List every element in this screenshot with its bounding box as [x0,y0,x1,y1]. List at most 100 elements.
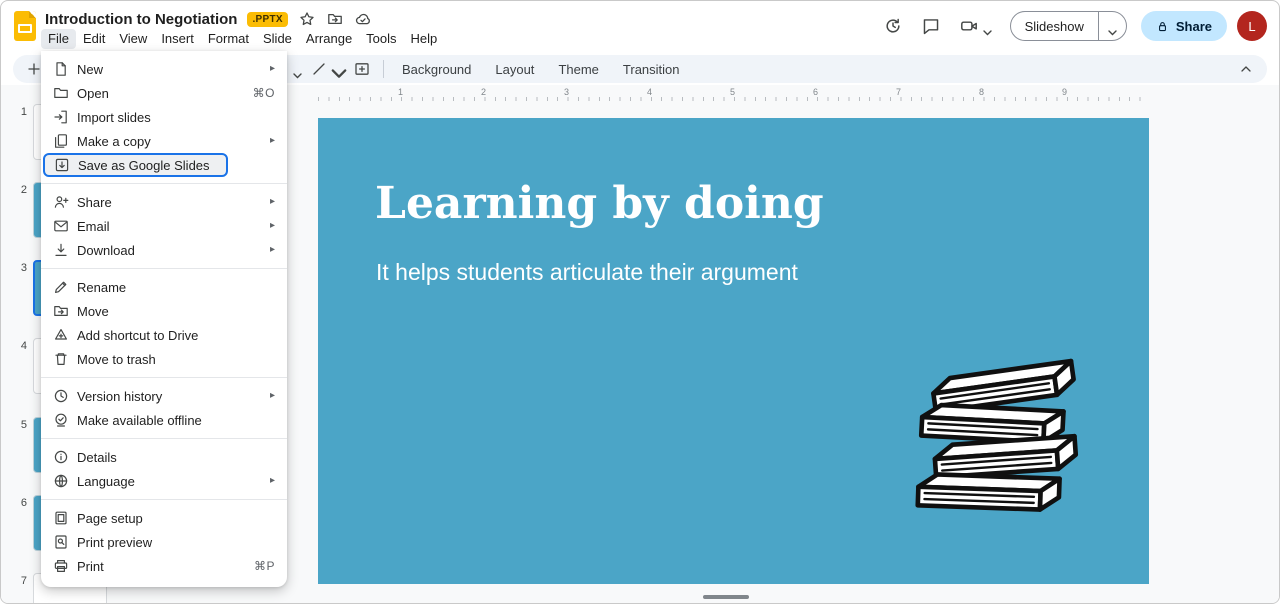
menu-item-label: Email [77,219,110,234]
menubar-help[interactable]: Help [404,29,445,49]
menu-item-page-setup[interactable]: Page setup [41,506,287,530]
slideshow-dropdown-button[interactable] [1098,12,1126,40]
slide-subtitle[interactable]: It helps students articulate their argum… [376,259,798,286]
menubar-insert[interactable]: Insert [154,29,201,49]
comments-icon[interactable] [916,11,946,41]
menu-item-label: Details [77,450,117,465]
menu-item-label: New [77,62,103,77]
meet-button[interactable] [954,11,996,41]
menu-item-open[interactable]: Open ⌘O [41,81,287,105]
submenu-arrow-icon: ▸ [270,64,275,74]
menu-item-make-a-copy[interactable]: Make a copy ▸ [41,129,287,153]
menu-item-add-shortcut-to-drive[interactable]: Add shortcut to Drive [41,323,287,347]
version-history-icon[interactable] [878,11,908,41]
details-info-icon [53,449,69,465]
menu-divider [41,183,287,184]
menu-item-make-available-offline[interactable]: Make available offline [41,408,287,432]
menu-item-label: Language [77,474,135,489]
language-globe-icon [53,473,69,489]
insert-placeholder-button[interactable] [349,57,375,81]
submenu-arrow-icon: ▸ [270,245,275,255]
menu-item-label: Import slides [77,110,151,125]
video-camera-icon [958,11,980,41]
new-document-icon [53,61,69,77]
pptx-badge: .PPTX [247,12,287,27]
menu-item-language[interactable]: Language ▸ [41,469,287,493]
slide-number: 2 [9,184,27,196]
app-window: Introduction to Negotiation .PPTX File E… [0,0,1280,604]
menu-item-save-as-google-slides[interactable]: Save as Google Slides [41,153,287,177]
menu-item-move-to-trash[interactable]: Move to trash [41,347,287,371]
menu-item-new[interactable]: New ▸ [41,57,287,81]
menu-item-share[interactable]: Share ▸ [41,190,287,214]
chevron-up-icon [1238,61,1254,77]
slideshow-split-button: Slideshow [1010,11,1127,41]
menubar-format[interactable]: Format [201,29,256,49]
cloud-status-icon[interactable] [354,10,372,28]
ruler-tick: 6 [813,87,818,97]
menubar-view[interactable]: View [112,29,154,49]
theme-button[interactable]: Theme [548,59,608,80]
star-icon[interactable] [298,10,316,28]
transition-button[interactable]: Transition [613,59,690,80]
menubar-slide[interactable]: Slide [256,29,299,49]
slideshow-label: Slideshow [1025,19,1084,34]
menu-item-print[interactable]: Print ⌘P [41,554,287,578]
menu-item-label: Save as Google Slides [78,158,210,173]
menubar-file[interactable]: File [41,29,76,49]
menu-divider [41,268,287,269]
page-setup-icon [53,510,69,526]
account-avatar[interactable]: L [1237,11,1267,41]
menu-item-import-slides[interactable]: Import slides [41,105,287,129]
menubar-arrange[interactable]: Arrange [299,29,359,49]
doc-title[interactable]: Introduction to Negotiation [45,11,237,28]
menu-item-label: Rename [77,280,126,295]
slide-number: 3 [9,262,27,274]
menu-item-move[interactable]: Move [41,299,287,323]
menu-item-download[interactable]: Download ▸ [41,238,287,262]
share-button[interactable]: Share [1141,11,1227,41]
horizontal-scrollbar[interactable] [703,595,749,599]
menu-item-print-preview[interactable]: Print preview [41,530,287,554]
slide-canvas[interactable]: Learning by doing It helps students arti… [318,118,1149,584]
books-clipart[interactable] [906,354,1088,530]
print-icon [53,558,69,574]
menubar-edit[interactable]: Edit [76,29,112,49]
share-person-icon [53,194,69,210]
layout-button[interactable]: Layout [485,59,544,80]
ruler-tick: 3 [564,87,569,97]
shortcut-label: ⌘O [253,86,275,100]
menu-item-label: Print [77,559,104,574]
submenu-arrow-icon: ▸ [270,221,275,231]
line-tool-button[interactable] [306,57,345,81]
submenu-arrow-icon: ▸ [270,197,275,207]
rename-icon [53,279,69,295]
menu-item-label: Share [77,195,112,210]
slideshow-button[interactable]: Slideshow [1011,12,1098,40]
download-icon [53,242,69,258]
slide-title[interactable]: Learning by doing [375,178,824,229]
move-folder-icon[interactable] [326,10,344,28]
menu-item-label: Make a copy [77,134,151,149]
slide-number: 7 [9,575,27,587]
menu-item-label: Download [77,243,135,258]
save-highlight-outline: Save as Google Slides [43,153,228,177]
slides-app-icon[interactable] [14,11,36,41]
menu-item-version-history[interactable]: Version history ▸ [41,384,287,408]
menu-item-rename[interactable]: Rename [41,275,287,299]
frame-plus-icon [354,61,370,77]
email-icon [53,218,69,234]
background-button[interactable]: Background [392,59,481,80]
chevron-down-icon[interactable] [293,66,302,72]
ruler-tick: 5 [730,87,735,97]
menu-item-details[interactable]: Details [41,445,287,469]
slide-number: 4 [9,340,27,352]
menu-item-email[interactable]: Email ▸ [41,214,287,238]
move-folder-icon [53,303,69,319]
save-as-google-slides-icon [54,157,70,173]
menu-item-label: Make available offline [77,413,202,428]
chevron-down-icon [1108,23,1117,29]
collapse-toolbar-button[interactable] [1233,57,1259,81]
menubar-tools[interactable]: Tools [359,29,403,49]
chevron-down-icon [983,23,992,29]
